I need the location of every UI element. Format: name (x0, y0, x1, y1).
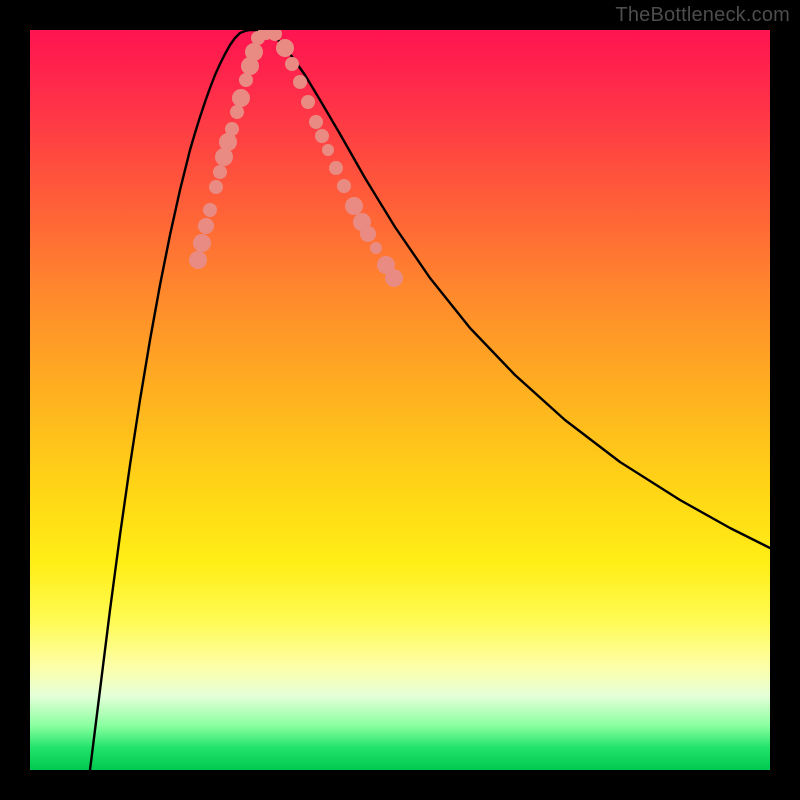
curve-marker (245, 43, 263, 61)
curve-marker (322, 144, 334, 156)
chart-frame: TheBottleneck.com (0, 0, 800, 800)
curve-marker (230, 105, 244, 119)
curve-marker (213, 165, 227, 179)
watermark-text: TheBottleneck.com (615, 4, 790, 27)
curve-marker (329, 161, 343, 175)
curve-markers (189, 30, 403, 287)
chart-plot-area (30, 30, 770, 770)
curve-marker (225, 122, 239, 136)
curve-marker (239, 73, 253, 87)
curve-marker (360, 226, 376, 242)
curve-marker (345, 197, 363, 215)
curve-marker (293, 75, 307, 89)
bottleneck-curve (90, 30, 770, 770)
curve-marker (309, 115, 323, 129)
curve-marker (370, 242, 382, 254)
curve-marker (315, 129, 329, 143)
curve-marker (232, 89, 250, 107)
curve-marker (219, 133, 237, 151)
curve-marker (337, 179, 351, 193)
curve-marker (193, 234, 211, 252)
curve-marker (385, 269, 403, 287)
curve-marker (209, 180, 223, 194)
curve-marker (189, 251, 207, 269)
curve-marker (285, 57, 299, 71)
chart-svg (30, 30, 770, 770)
curve-marker (301, 95, 315, 109)
curve-marker (276, 39, 294, 57)
curve-marker (198, 218, 214, 234)
curve-marker (268, 30, 282, 41)
curve-marker (203, 203, 217, 217)
